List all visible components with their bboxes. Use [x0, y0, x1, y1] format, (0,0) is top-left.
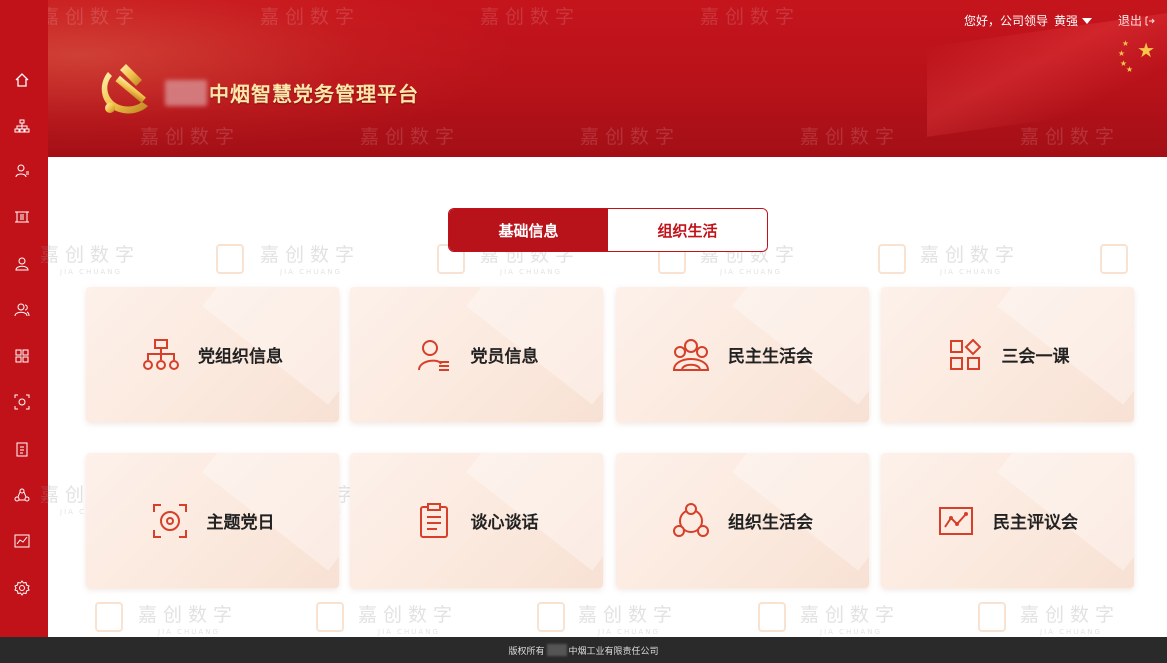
star-icon: ★: [1121, 39, 1129, 48]
target-icon: [14, 394, 30, 410]
recycle-icon: [14, 488, 30, 502]
card-three-meetings-one-lesson[interactable]: 三会一课: [881, 287, 1134, 422]
chevron-down-icon[interactable]: [1081, 18, 1092, 24]
sidebar-item-apps[interactable]: [11, 345, 33, 367]
watermark: 嘉创数字: [260, 6, 361, 28]
member-info-icon: [417, 339, 449, 371]
user-group-icon: [14, 303, 30, 317]
member-icon: [15, 164, 29, 178]
sidebar-item-user[interactable]: [11, 253, 33, 275]
focus-target-icon: [152, 503, 187, 538]
sidebar-item-organization[interactable]: [11, 115, 33, 137]
card-heart-to-heart-talk[interactable]: 谈心谈话: [350, 453, 603, 588]
watermark: 嘉创数字: [1020, 126, 1121, 148]
watermark: 嘉创数字: [800, 126, 901, 148]
settings-icon: [14, 580, 30, 596]
watermark: 嘉创数字: [700, 6, 801, 28]
card-democratic-evaluation-meeting[interactable]: 民主评议会: [881, 453, 1134, 588]
party-emblem-icon: [101, 64, 148, 114]
network-circle-icon: [673, 502, 709, 537]
platform-title: 中烟智慧党务管理平台: [209, 82, 419, 106]
card-label: 三会一课: [1001, 347, 1070, 367]
logout-icon: [1145, 16, 1155, 25]
logout-label: 退出: [1117, 14, 1142, 28]
chart-icon: [14, 534, 30, 548]
card-label: 主题党日: [206, 513, 275, 533]
card-label: 民主评议会: [993, 513, 1078, 533]
logout-button[interactable]: 退出: [1118, 12, 1155, 29]
card-democratic-life-meeting[interactable]: 民主生活会: [616, 287, 869, 422]
grid-icon: [15, 349, 29, 363]
sidebar-item-target[interactable]: [11, 391, 33, 413]
card-theme-party-day[interactable]: 主题党日: [86, 453, 339, 588]
sidebar-item-scan[interactable]: [11, 206, 33, 228]
sidebar-item-cycle[interactable]: [11, 484, 33, 506]
sidebar-item-settings[interactable]: [11, 577, 33, 599]
watermark: 嘉创数字: [360, 126, 461, 148]
footer: 版权所有 中烟工业有限责任公司: [0, 637, 1167, 663]
watermark: 嘉创数字: [580, 126, 681, 148]
user-icon: [15, 257, 29, 271]
watermark: 嘉创数字: [480, 6, 581, 28]
card-label: 党组织信息: [198, 347, 283, 367]
sidebar: [0, 0, 48, 637]
org-chart-icon: [143, 338, 179, 370]
star-icon: ★: [1137, 38, 1155, 62]
card-member-info[interactable]: 党员信息: [350, 287, 603, 422]
scan-icon: [15, 211, 29, 223]
watermark: 嘉创数字: [40, 6, 141, 28]
card-label: 党员信息: [470, 347, 539, 367]
trend-chart-icon: [939, 506, 973, 535]
sidebar-item-home[interactable]: [11, 69, 33, 91]
sidebar-item-members[interactable]: [11, 160, 33, 182]
tab-switcher: 基础信息 组织生活: [448, 208, 768, 252]
redacted-region: [165, 80, 207, 106]
home-icon: [15, 73, 29, 87]
copyright-company: 中烟工业有限责任公司: [568, 646, 659, 657]
sidebar-item-clipboard[interactable]: [11, 438, 33, 460]
card-party-organization-info[interactable]: 党组织信息: [86, 287, 339, 422]
star-icon: ★: [1119, 59, 1127, 68]
sidebar-item-statistics[interactable]: [11, 530, 33, 552]
card-label: 组织生活会: [728, 513, 813, 533]
card-label: 谈心谈话: [470, 513, 539, 533]
greeting-text: 您好，公司领导: [963, 14, 1048, 28]
sidebar-item-user-group[interactable]: [11, 299, 33, 321]
copyright-prefix: 版权所有: [508, 646, 545, 657]
star-icon: ★: [1117, 49, 1125, 58]
card-organization-life-meeting[interactable]: 组织生活会: [616, 453, 869, 588]
tab-basic-info[interactable]: 基础信息: [449, 209, 608, 251]
card-label: 民主生活会: [728, 347, 813, 367]
document-list-icon: [419, 502, 448, 538]
tab-organization-life[interactable]: 组织生活: [608, 209, 767, 251]
apps-grid-icon: [949, 338, 981, 370]
user-area: 您好，公司领导 黄强 退出: [964, 12, 1155, 29]
star-icon: ★: [1125, 65, 1133, 74]
user-menu[interactable]: 黄强: [1054, 12, 1078, 29]
clipboard-icon: [16, 442, 28, 457]
org-structure-icon: [14, 119, 30, 133]
people-group-icon: [672, 338, 710, 371]
header-banner: 嘉创数字 嘉创数字 嘉创数字 嘉创数字 嘉创数字 嘉创数字 嘉创数字 嘉创数字 …: [0, 0, 1167, 157]
redacted-region: [546, 644, 567, 656]
watermark: 嘉创数字: [140, 126, 241, 148]
